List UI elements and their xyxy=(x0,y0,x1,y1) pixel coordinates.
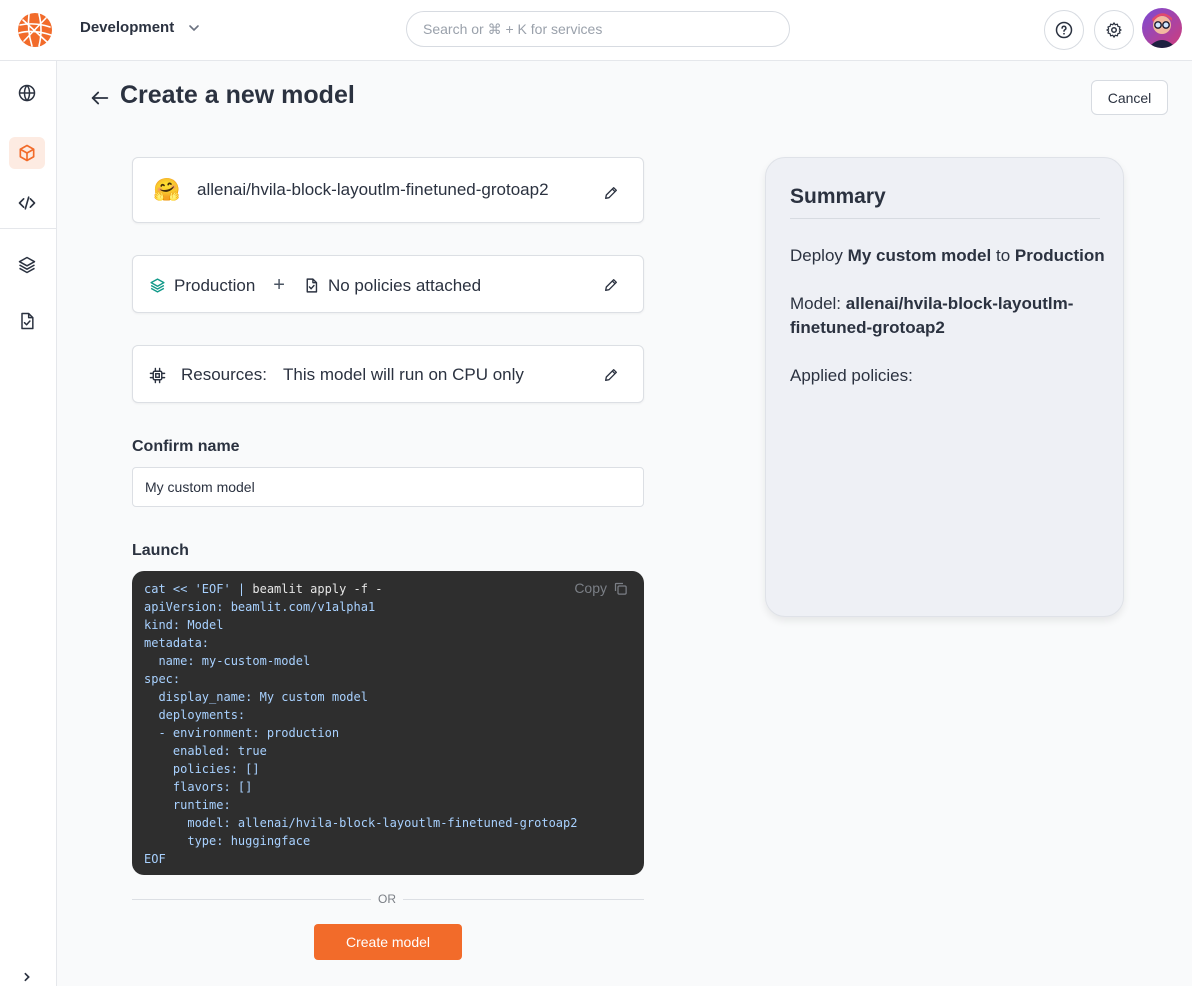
sidebar-item-models[interactable] xyxy=(9,137,45,169)
edit-environment-button[interactable] xyxy=(601,275,621,295)
model-name-input[interactable] xyxy=(132,467,644,507)
globe-icon xyxy=(18,84,36,102)
summary-model: Model: allenai/hvila-block-layoutlm-fine… xyxy=(790,292,1110,340)
main-content: Create a new model Cancel 🤗 allenai/hvil… xyxy=(57,61,1192,986)
huggingface-icon: 🤗 xyxy=(153,177,181,202)
model-card: 🤗 allenai/hvila-block-layoutlm-finetuned… xyxy=(132,157,644,223)
edit-model-button[interactable] xyxy=(601,183,621,203)
pencil-icon xyxy=(605,187,617,199)
edit-resources-button[interactable] xyxy=(601,365,621,385)
back-arrow-icon[interactable] xyxy=(89,87,111,109)
sidebar-item-policies[interactable] xyxy=(9,305,45,337)
code-icon xyxy=(18,196,36,210)
resources-value: This model will run on CPU only xyxy=(282,365,524,384)
summary-divider xyxy=(790,218,1100,219)
resources-card: Resources: This model will run on CPU on… xyxy=(132,345,644,403)
confirm-name-label: Confirm name xyxy=(132,438,240,455)
file-check-icon xyxy=(306,278,318,293)
resources-row: Resources: This model will run on CPU on… xyxy=(149,365,524,385)
search-input[interactable] xyxy=(406,11,790,47)
copy-icon xyxy=(614,582,627,595)
cpu-icon xyxy=(149,367,166,383)
divider-left xyxy=(132,899,371,900)
cancel-button[interactable]: Cancel xyxy=(1091,80,1168,115)
summary-title: Summary xyxy=(790,185,886,208)
policies-status: No policies attached xyxy=(327,275,482,295)
copy-label: Copy xyxy=(574,580,607,596)
deploy-prefix: Deploy xyxy=(790,246,843,265)
sidebar xyxy=(0,61,57,986)
code-command-line: cat << 'EOF' | beamlit apply -f - xyxy=(144,580,632,598)
settings-button[interactable] xyxy=(1094,10,1134,50)
chevron-right-icon xyxy=(24,972,30,982)
pencil-icon xyxy=(605,279,617,291)
chevron-down-icon xyxy=(189,24,200,31)
avatar[interactable] xyxy=(1142,8,1182,48)
user-avatar-image xyxy=(1142,8,1182,48)
summary-panel: Summary Deploy My custom model to Produc… xyxy=(765,157,1124,617)
page-title: Create a new model xyxy=(120,81,355,109)
deploy-to: to xyxy=(995,246,1011,265)
create-model-button[interactable]: Create model xyxy=(314,924,462,960)
beamlit-logo[interactable] xyxy=(17,12,53,48)
file-check-icon xyxy=(21,312,34,330)
model-name: allenai/hvila-block-layoutlm-finetuned-g… xyxy=(197,180,549,199)
model-prefix: Model: xyxy=(790,294,842,313)
environment-name: Production xyxy=(174,275,256,295)
layers-icon xyxy=(18,256,36,274)
top-bar: Development xyxy=(0,0,1192,61)
copy-button[interactable]: Copy xyxy=(574,579,628,597)
sidebar-expand-button[interactable] xyxy=(9,961,45,986)
or-text: OR xyxy=(378,892,396,906)
plus-icon: + xyxy=(273,274,285,296)
workspace-selector[interactable]: Development xyxy=(80,19,202,36)
sidebar-item-globe[interactable] xyxy=(9,77,45,109)
cube-icon xyxy=(19,144,35,162)
pencil-icon xyxy=(605,369,617,381)
sidebar-divider xyxy=(0,228,56,229)
environment-row: Production + No policies attached xyxy=(149,274,481,297)
layers-icon xyxy=(150,278,165,293)
code-command-rest: beamlit apply -f - xyxy=(252,582,383,596)
sidebar-item-layers[interactable] xyxy=(9,249,45,281)
deploy-model-name: My custom model xyxy=(847,246,992,265)
launch-code-block: cat << 'EOF' | beamlit apply -f - apiVers… xyxy=(132,571,644,875)
workspace-name: Development xyxy=(80,19,175,36)
deploy-environment: Production xyxy=(1014,246,1105,265)
help-button[interactable] xyxy=(1044,10,1084,50)
resources-label: Resources: xyxy=(181,365,267,384)
sidebar-item-code[interactable] xyxy=(9,187,45,219)
code-command-prefix: cat << 'EOF' | xyxy=(144,582,253,596)
launch-label: Launch xyxy=(132,542,189,559)
divider-right xyxy=(403,899,644,900)
help-icon xyxy=(1055,21,1073,39)
summary-applied-policies: Applied policies: xyxy=(790,366,913,385)
environment-card: Production + No policies attached xyxy=(132,255,644,313)
summary-deploy: Deploy My custom model to Production xyxy=(790,244,1110,268)
gear-icon xyxy=(1106,22,1122,38)
code-yaml: apiVersion: beamlit.com/v1alpha1 kind: M… xyxy=(144,600,578,866)
